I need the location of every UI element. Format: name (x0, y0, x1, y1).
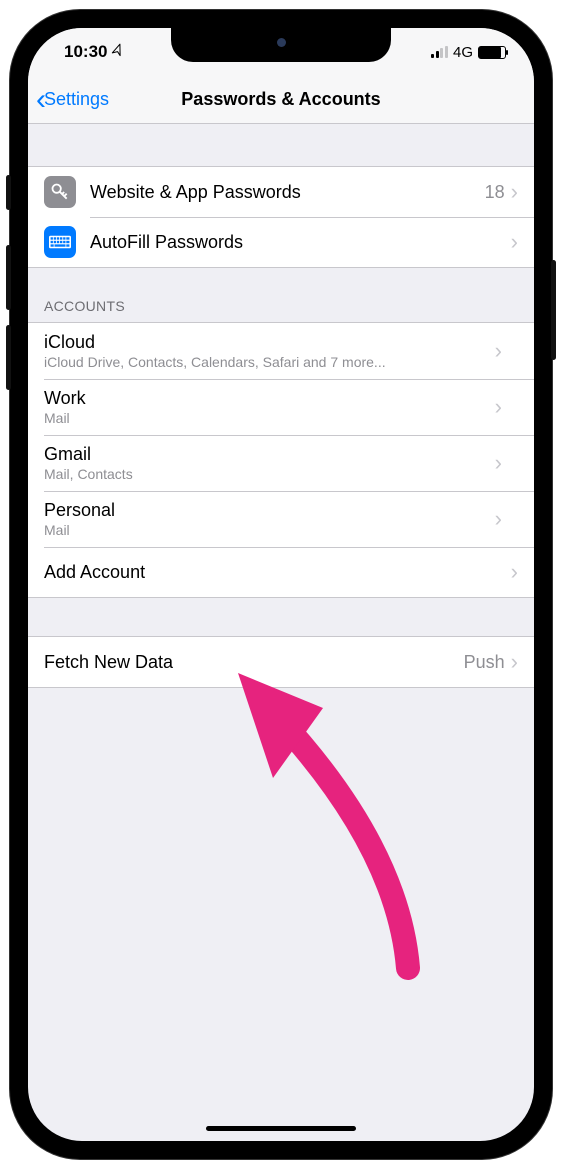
add-account-row[interactable]: Add Account › (28, 547, 534, 597)
account-row-work[interactable]: Work Mail › (28, 379, 534, 435)
account-detail: Mail (44, 410, 70, 426)
home-indicator[interactable] (206, 1126, 356, 1131)
signal-icon (431, 46, 448, 58)
key-icon (44, 176, 76, 208)
chevron-right-icon: › (495, 340, 502, 362)
chevron-right-icon: › (511, 231, 518, 253)
location-icon (109, 41, 129, 62)
account-name: iCloud (44, 332, 95, 353)
account-row-icloud[interactable]: iCloud iCloud Drive, Contacts, Calendars… (28, 323, 534, 379)
fetch-new-data-row[interactable]: Fetch New Data Push › (28, 637, 534, 687)
power-button (551, 260, 556, 360)
row-label: AutoFill Passwords (90, 232, 511, 253)
back-button[interactable]: ‹ Settings (28, 85, 109, 115)
row-label: Website & App Passwords (90, 182, 485, 203)
back-label: Settings (44, 89, 109, 110)
row-value: Push (464, 652, 505, 673)
account-detail: Mail (44, 522, 70, 538)
account-name: Personal (44, 500, 115, 521)
accounts-group: iCloud iCloud Drive, Contacts, Calendars… (28, 322, 534, 598)
website-app-passwords-row[interactable]: Website & App Passwords 18 › (28, 167, 534, 217)
phone-frame: 10:30 4G ‹ Settings Passwords & Accounts (10, 10, 552, 1159)
chevron-right-icon: › (495, 452, 502, 474)
volume-down-button (6, 325, 11, 390)
status-time: 10:30 (64, 42, 107, 62)
account-detail: Mail, Contacts (44, 466, 133, 482)
silence-switch (6, 175, 11, 210)
keyboard-icon (44, 226, 76, 258)
row-label: Add Account (44, 562, 511, 583)
battery-icon (478, 46, 506, 59)
nav-bar: ‹ Settings Passwords & Accounts (28, 76, 534, 124)
notch (171, 28, 391, 62)
accounts-section-header: Accounts (28, 268, 534, 322)
speaker-dot (277, 38, 286, 47)
account-detail: iCloud Drive, Contacts, Calendars, Safar… (44, 354, 386, 370)
account-row-personal[interactable]: Personal Mail › (28, 491, 534, 547)
screen: 10:30 4G ‹ Settings Passwords & Accounts (28, 28, 534, 1141)
network-label: 4G (453, 44, 473, 61)
autofill-passwords-row[interactable]: AutoFill Passwords › (28, 217, 534, 267)
annotation-arrow-icon (198, 648, 448, 998)
account-name: Work (44, 388, 86, 409)
row-value: 18 (485, 182, 505, 203)
row-label: Fetch New Data (44, 652, 464, 673)
chevron-right-icon: › (511, 651, 518, 673)
chevron-right-icon: › (511, 181, 518, 203)
passwords-group: Website & App Passwords 18 › AutoFill Pa… (28, 166, 534, 268)
account-row-gmail[interactable]: Gmail Mail, Contacts › (28, 435, 534, 491)
chevron-right-icon: › (495, 508, 502, 530)
chevron-right-icon: › (511, 561, 518, 583)
chevron-right-icon: › (495, 396, 502, 418)
fetch-group: Fetch New Data Push › (28, 636, 534, 688)
volume-up-button (6, 245, 11, 310)
account-name: Gmail (44, 444, 91, 465)
